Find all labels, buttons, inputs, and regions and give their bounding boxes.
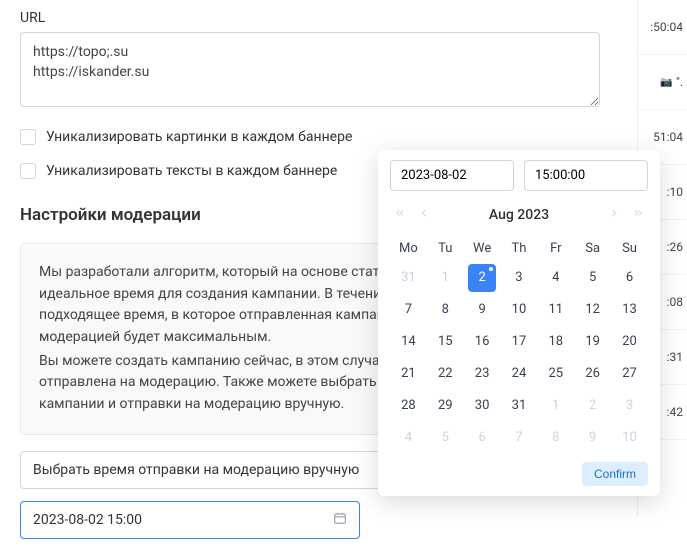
calendar-day[interactable]: 5 [579, 264, 607, 292]
weekday-header: Sa [574, 235, 611, 262]
calendar-day[interactable]: 16 [468, 328, 496, 356]
prev-year-icon[interactable] [392, 205, 408, 225]
bg-time-text: :31 [667, 350, 683, 364]
date-picker-popover: Aug 2023 MoTuWeThFrSaSu 3112345678910111… [378, 150, 660, 496]
calendar-day[interactable]: 1 [431, 264, 459, 292]
moderation-mode-select-label: Выбрать время отправки на модерацию вруч… [33, 462, 359, 478]
calendar-day[interactable]: 21 [394, 360, 422, 388]
calendar-day[interactable]: 5 [431, 424, 459, 452]
calendar-day[interactable]: 2 [579, 392, 607, 420]
unique-texts-checkbox[interactable] [20, 163, 36, 179]
calendar-day[interactable]: 8 [431, 296, 459, 324]
calendar-day[interactable]: 30 [468, 392, 496, 420]
calendar-day[interactable]: 18 [542, 328, 570, 356]
bg-time-text: :10 [667, 185, 683, 199]
url-label: URL [20, 10, 600, 26]
date-picker-time-input[interactable] [524, 160, 648, 191]
calendar-day[interactable]: 25 [542, 360, 570, 388]
bg-time-text: :26 [667, 240, 683, 254]
calendar-day[interactable]: 9 [579, 424, 607, 452]
calendar-day[interactable]: 2 [468, 264, 496, 292]
bg-time-text: :50:04 [650, 20, 683, 34]
weekday-header: Mo [390, 235, 427, 262]
weekday-header: We [464, 235, 501, 262]
calendar-day[interactable]: 22 [431, 360, 459, 388]
calendar-day[interactable]: 1 [542, 392, 570, 420]
bg-time-text: :08 [667, 295, 683, 309]
calendar-day[interactable]: 7 [394, 296, 422, 324]
date-picker-month-nav: Aug 2023 [390, 201, 648, 235]
calendar-day[interactable]: 19 [579, 328, 607, 356]
next-year-icon[interactable] [630, 205, 646, 225]
calendar-icon [333, 511, 347, 529]
unique-images-checkbox[interactable] [20, 129, 36, 145]
calendar-day[interactable]: 4 [394, 424, 422, 452]
unique-images-label: Уникализировать картинки в каждом баннер… [46, 129, 352, 145]
date-picker-confirm-button[interactable]: Confirm [582, 462, 648, 486]
calendar-day[interactable]: 7 [505, 424, 533, 452]
calendar-day[interactable]: 3 [505, 264, 533, 292]
calendar-day[interactable]: 26 [579, 360, 607, 388]
date-picker-grid: MoTuWeThFrSaSu 3112345678910111213141516… [390, 235, 648, 454]
calendar-day[interactable]: 8 [542, 424, 570, 452]
calendar-day[interactable]: 31 [394, 264, 422, 292]
calendar-day[interactable]: 28 [394, 392, 422, 420]
prev-month-icon[interactable] [416, 205, 432, 225]
calendar-day[interactable]: 24 [505, 360, 533, 388]
calendar-day[interactable]: 10 [616, 424, 644, 452]
calendar-day[interactable]: 17 [505, 328, 533, 356]
moderation-datetime-value: 2023-08-02 15:00 [33, 512, 142, 528]
date-picker-month-label: Aug 2023 [489, 207, 549, 223]
weekday-header: Tu [427, 235, 464, 262]
calendar-day[interactable]: 14 [394, 328, 422, 356]
calendar-day[interactable]: 23 [468, 360, 496, 388]
bg-time-row: :50:04 [638, 0, 687, 55]
camera-icon: 📷 [660, 77, 674, 88]
calendar-day[interactable]: 6 [468, 424, 496, 452]
url-textarea[interactable] [20, 32, 600, 107]
date-picker-date-input[interactable] [390, 160, 514, 191]
calendar-day[interactable]: 9 [468, 296, 496, 324]
calendar-day[interactable]: 10 [505, 296, 533, 324]
today-dot-icon [489, 267, 493, 271]
calendar-day[interactable]: 4 [542, 264, 570, 292]
unique-texts-label: Уникализировать тексты в каждом баннере [46, 163, 337, 179]
next-month-icon[interactable] [606, 205, 622, 225]
calendar-day[interactable]: 15 [431, 328, 459, 356]
calendar-day[interactable]: 11 [542, 296, 570, 324]
bg-time-text: :42 [667, 405, 683, 419]
moderation-datetime-input[interactable]: 2023-08-02 15:00 [20, 501, 360, 539]
calendar-day[interactable]: 6 [616, 264, 644, 292]
weekday-header: Th [501, 235, 538, 262]
calendar-day[interactable]: 13 [616, 296, 644, 324]
bg-time-text: 51:04 [653, 130, 683, 144]
calendar-day[interactable]: 3 [616, 392, 644, 420]
calendar-day[interactable]: 27 [616, 360, 644, 388]
weekday-header: Su [611, 235, 648, 262]
calendar-day[interactable]: 29 [431, 392, 459, 420]
calendar-day[interactable]: 12 [579, 296, 607, 324]
calendar-day[interactable]: 31 [505, 392, 533, 420]
bg-time-row: 📷". [638, 55, 687, 110]
bg-time-text: ". [676, 75, 683, 89]
weekday-header: Fr [537, 235, 574, 262]
calendar-day[interactable]: 20 [616, 328, 644, 356]
